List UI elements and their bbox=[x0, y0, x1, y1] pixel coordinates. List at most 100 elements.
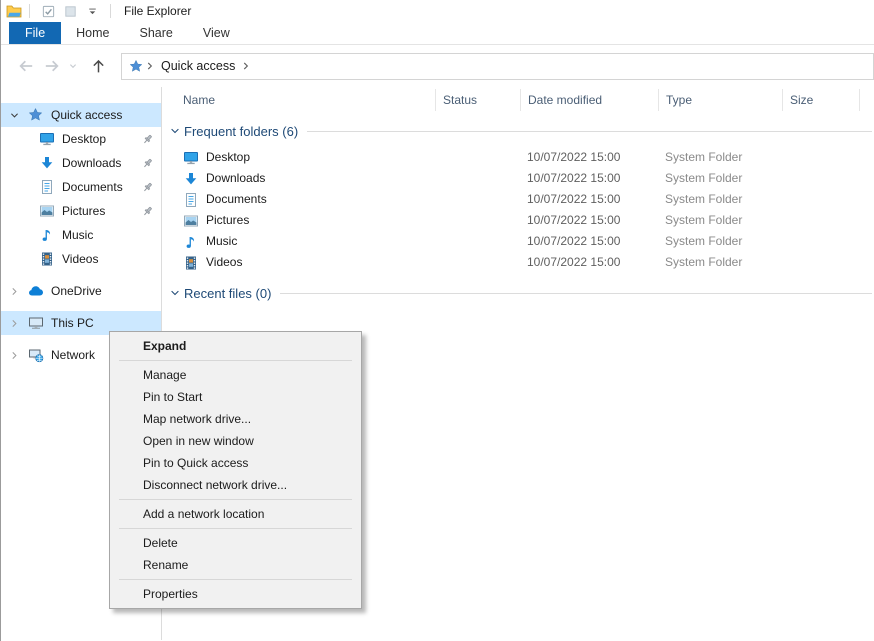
tab-view[interactable]: View bbox=[188, 22, 245, 44]
tab-file[interactable]: File bbox=[9, 22, 61, 44]
column-header-type[interactable]: Type bbox=[658, 89, 782, 111]
properties-icon[interactable] bbox=[39, 2, 57, 20]
column-header-name[interactable]: Name bbox=[162, 89, 435, 111]
group-header-recent-files-0[interactable]: Recent files (0) bbox=[162, 283, 874, 303]
file-name-cell: Music bbox=[162, 231, 435, 252]
group-header-frequent-folders-6[interactable]: Frequent folders (6) bbox=[162, 121, 874, 141]
file-name-cell: Pictures bbox=[162, 210, 435, 231]
column-header-size[interactable]: Size bbox=[782, 89, 860, 111]
back-button[interactable] bbox=[13, 53, 39, 79]
menu-item-add-a-network-location[interactable]: Add a network location bbox=[110, 503, 361, 525]
file-type-cell: System Folder bbox=[658, 168, 782, 189]
menu-item-delete[interactable]: Delete bbox=[110, 532, 361, 554]
menu-item-map-network-drive[interactable]: Map network drive... bbox=[110, 408, 361, 430]
address-bar[interactable]: Quick access bbox=[121, 53, 874, 80]
menu-item-pin-to-quick-access[interactable]: Pin to Quick access bbox=[110, 452, 361, 474]
menu-item-manage[interactable]: Manage bbox=[110, 364, 361, 386]
this-pc-icon bbox=[28, 315, 44, 331]
chevron-right-icon[interactable] bbox=[6, 315, 22, 331]
group-chevron-down-icon[interactable] bbox=[169, 125, 181, 137]
sidebar-item-downloads[interactable]: Downloads bbox=[1, 151, 161, 175]
file-status-cell bbox=[435, 252, 520, 273]
file-type-cell: System Folder bbox=[658, 210, 782, 231]
file-name-label: Pictures bbox=[206, 210, 249, 231]
group-rule bbox=[280, 293, 872, 294]
ribbon-tabs: FileHomeShareView bbox=[1, 22, 874, 45]
file-size-cell bbox=[782, 168, 860, 189]
window-title: File Explorer bbox=[124, 4, 191, 18]
music-icon bbox=[39, 227, 55, 243]
menu-item-disconnect-network-drive[interactable]: Disconnect network drive... bbox=[110, 474, 361, 496]
menu-item-expand[interactable]: Expand bbox=[110, 335, 361, 357]
file-row-downloads[interactable]: Downloads10/07/2022 15:00System Folder bbox=[162, 168, 874, 189]
breadcrumb-chevron-icon[interactable] bbox=[239, 59, 253, 73]
sidebar-item-label: Downloads bbox=[62, 156, 121, 170]
pin-icon bbox=[141, 157, 154, 170]
menu-separator bbox=[119, 528, 352, 529]
file-row-desktop[interactable]: Desktop10/07/2022 15:00System Folder bbox=[162, 147, 874, 168]
breadcrumb-chevron-icon[interactable] bbox=[143, 59, 157, 73]
sidebar-item-documents[interactable]: Documents bbox=[1, 175, 161, 199]
sidebar-item-label: Pictures bbox=[62, 204, 105, 218]
menu-item-pin-to-start[interactable]: Pin to Start bbox=[110, 386, 361, 408]
group-chevron-down-icon[interactable] bbox=[169, 287, 181, 299]
desktop-icon bbox=[39, 131, 55, 147]
sidebar-item-quick-access[interactable]: Quick access bbox=[1, 103, 161, 127]
sidebar-item-label: Desktop bbox=[62, 132, 106, 146]
sidebar-item-label: Quick access bbox=[51, 108, 122, 122]
folder-icon bbox=[6, 3, 22, 19]
titlebar-separator bbox=[29, 4, 30, 18]
title-bar: File Explorer bbox=[1, 0, 874, 22]
navigation-bar: Quick access bbox=[1, 45, 874, 87]
pictures-icon bbox=[39, 203, 55, 219]
sidebar-item-label: This PC bbox=[51, 316, 94, 330]
file-row-documents[interactable]: Documents 10/07/2022 15:00System Folder bbox=[162, 189, 874, 210]
forward-button[interactable] bbox=[39, 53, 65, 79]
pin-icon bbox=[141, 181, 154, 194]
file-name-cell: Documents bbox=[162, 189, 435, 210]
file-date-modified-cell: 10/07/2022 15:00 bbox=[520, 231, 658, 252]
file-row-pictures[interactable]: Pictures 10/07/2022 15:00System Folder bbox=[162, 210, 874, 231]
sidebar-item-label: Videos bbox=[62, 252, 98, 266]
up-button[interactable] bbox=[85, 53, 111, 79]
new-folder-icon[interactable] bbox=[61, 2, 79, 20]
sidebar-item-desktop[interactable]: Desktop bbox=[1, 127, 161, 151]
column-header-status[interactable]: Status bbox=[435, 89, 520, 111]
file-row-music[interactable]: Music 10/07/2022 15:00System Folder bbox=[162, 231, 874, 252]
sidebar-item-label: Documents bbox=[62, 180, 123, 194]
sidebar-item-onedrive[interactable]: OneDrive bbox=[1, 279, 161, 303]
file-date-modified-cell: 10/07/2022 15:00 bbox=[520, 189, 658, 210]
pin-icon bbox=[141, 133, 154, 146]
sidebar-item-videos[interactable]: Videos bbox=[1, 247, 161, 271]
menu-item-rename[interactable]: Rename bbox=[110, 554, 361, 576]
tab-share[interactable]: Share bbox=[125, 22, 188, 44]
sidebar-item-label: Network bbox=[51, 348, 95, 362]
menu-separator bbox=[119, 499, 352, 500]
quick-access-star-icon bbox=[28, 107, 44, 123]
file-name-label: Documents bbox=[206, 189, 267, 210]
file-type-cell: System Folder bbox=[658, 189, 782, 210]
tab-home[interactable]: Home bbox=[61, 22, 124, 44]
file-status-cell bbox=[435, 231, 520, 252]
videos-icon bbox=[39, 251, 55, 267]
file-row-videos[interactable]: Videos10/07/2022 15:00System Folder bbox=[162, 252, 874, 273]
chevron-right-icon[interactable] bbox=[6, 283, 22, 299]
sidebar-item-music[interactable]: Music bbox=[1, 223, 161, 247]
file-date-modified-cell: 10/07/2022 15:00 bbox=[520, 147, 658, 168]
breadcrumb-segment[interactable]: Quick access bbox=[157, 59, 239, 73]
file-date-modified-cell: 10/07/2022 15:00 bbox=[520, 168, 658, 189]
file-type-cell: System Folder bbox=[658, 231, 782, 252]
recent-locations-button[interactable] bbox=[65, 53, 81, 79]
menu-item-properties[interactable]: Properties bbox=[110, 583, 361, 605]
file-date-modified-cell: 10/07/2022 15:00 bbox=[520, 210, 658, 231]
pictures-icon bbox=[183, 213, 199, 229]
chevron-down-icon[interactable] bbox=[6, 107, 22, 123]
chevron-right-icon[interactable] bbox=[6, 347, 22, 363]
file-name-label: Desktop bbox=[206, 147, 250, 168]
onedrive-icon bbox=[28, 283, 44, 299]
sidebar-item-pictures[interactable]: Pictures bbox=[1, 199, 161, 223]
videos-icon bbox=[183, 255, 199, 271]
column-header-date-modified[interactable]: Date modified bbox=[520, 89, 658, 111]
menu-item-open-in-new-window[interactable]: Open in new window bbox=[110, 430, 361, 452]
customize-toolbar-chevron-icon[interactable] bbox=[83, 2, 101, 20]
